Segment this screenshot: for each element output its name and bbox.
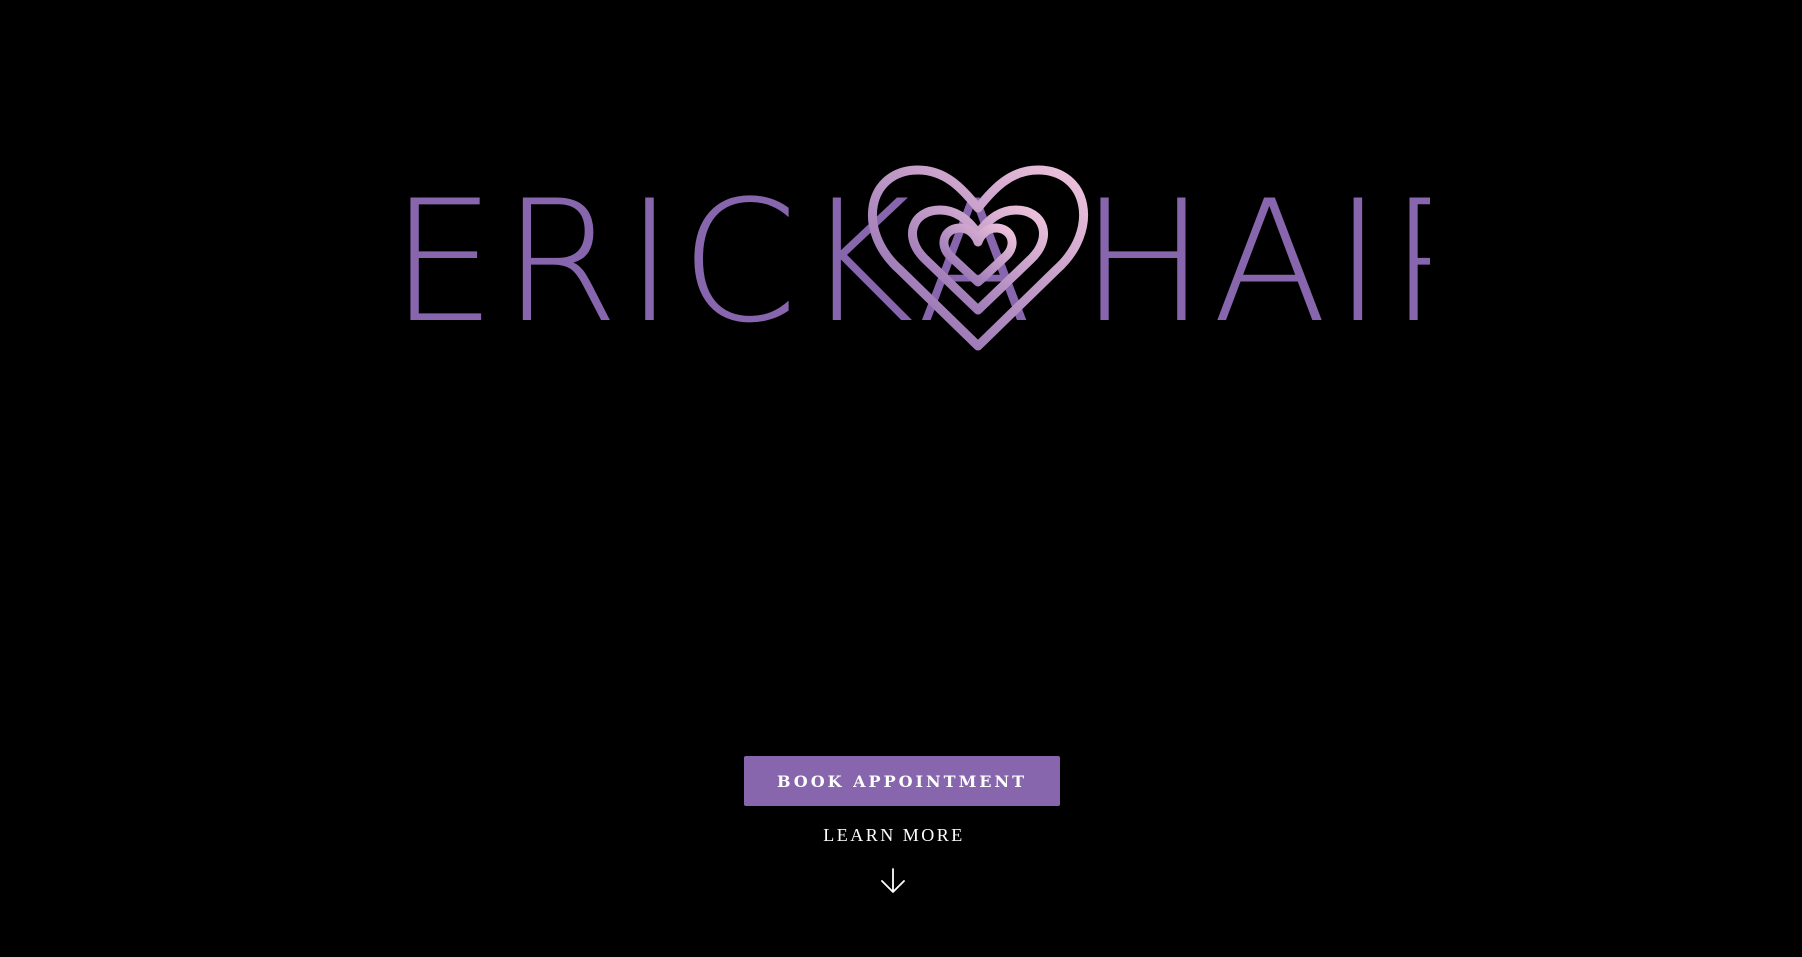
book-appointment-button[interactable]: BOOK APPOINTMENT: [744, 756, 1060, 806]
logo-right-text: HAIR: [1080, 164, 1430, 360]
book-appointment-label: BOOK APPOINTMENT: [776, 771, 1028, 791]
learn-more-link[interactable]: LEARN MORE: [744, 825, 1044, 846]
hero-section: ERICKA HAIR BOOK APPOINTMENT LEARN MORE: [0, 0, 1802, 957]
arrow-down-icon[interactable]: [878, 866, 908, 896]
logo-left-text: ERICKA: [390, 164, 1038, 360]
ericka-hair-logo: ERICKA HAIR: [380, 150, 1430, 370]
